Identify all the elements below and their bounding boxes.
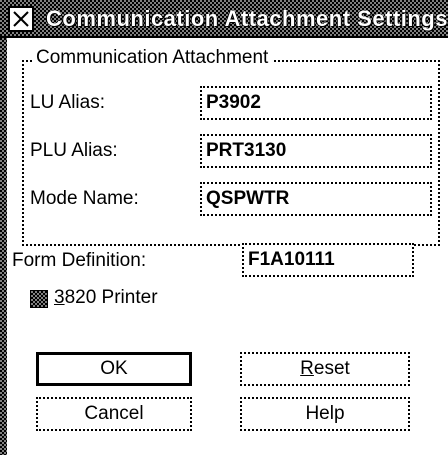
plu-alias-label: PLU Alias: [30,140,118,161]
form-definition-field[interactable]: F1A10111 [242,243,414,277]
printer-3820-checkbox[interactable] [30,290,48,308]
printer-3820-label[interactable]: 3820 Printer [54,287,158,309]
group-legend: Communication Attachment [32,47,273,69]
system-menu-icon[interactable] [8,6,34,32]
lu-alias-field[interactable]: P3902 [200,86,432,120]
reset-button[interactable]: Reset [240,352,410,386]
communication-attachment-settings-dialog: Communication Attachment Settings Commun… [0,0,448,455]
printer-3820-label-text: 820 Printer [64,287,158,308]
title-bar[interactable]: Communication Attachment Settings [0,0,448,38]
reset-label-text: eset [313,358,350,379]
ok-button[interactable]: OK [36,352,192,386]
mode-name-field[interactable]: QSPWTR [200,182,432,216]
lu-alias-label: LU Alias: [30,92,105,113]
mode-name-label: Mode Name: [30,188,139,209]
cancel-button[interactable]: Cancel [36,397,192,431]
form-definition-label: Form Definition: [12,250,147,271]
plu-alias-field[interactable]: PRT3130 [200,134,432,168]
window-left-border [0,0,7,455]
help-button[interactable]: Help [240,397,410,431]
reset-mnemonic: R [300,358,314,379]
printer-3820-mnemonic: 3 [54,287,65,308]
window-title: Communication Attachment Settings [46,6,448,31]
